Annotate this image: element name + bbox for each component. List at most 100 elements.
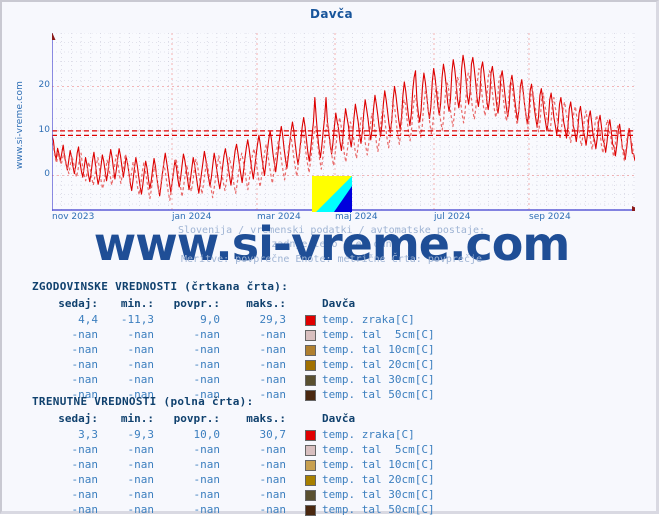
caption-line-3: Meritve: povprečne Enote: metrične Črta:… [180, 254, 483, 265]
measurement-label: temp. tal 50cm[C] [322, 388, 435, 401]
cell-3: -nan [259, 343, 287, 356]
cell-0: 4,4 [78, 313, 98, 326]
cell-3: -nan [259, 328, 287, 341]
table-section-title: ZGODOVINSKE VREDNOSTI (črtkana črta): [32, 280, 289, 293]
cell-2: -nan [193, 358, 221, 371]
table-row: -nan -nan -nan -nan temp. tal 5cm[C] [2, 443, 659, 458]
caption-line-2: zadnje leto / en dan [271, 239, 392, 250]
table-row: -nan -nan -nan -nan temp. tal 10cm[C] [2, 458, 659, 473]
table-row: -nan -nan -nan -nan temp. tal 30cm[C] [2, 488, 659, 503]
measurement-label: temp. zraka[C] [322, 428, 415, 441]
cell-1: -nan [127, 458, 155, 471]
cell-1: -nan [127, 358, 155, 371]
table-header-row: sedaj: min.: povpr.: maks.: Davča [2, 297, 659, 312]
legend-swatch-icon [305, 375, 316, 386]
column-header-0: sedaj: [58, 412, 98, 425]
cell-1: -nan [127, 328, 155, 341]
table-row: 4,4 -11,3 9,0 29,3 temp. zraka[C] [2, 313, 659, 328]
table-header-row: sedaj: min.: povpr.: maks.: Davča [2, 412, 659, 427]
legend-swatch-icon [305, 445, 316, 456]
cell-0: -nan [71, 503, 99, 516]
column-header-2: povpr.: [173, 297, 220, 310]
cell-3: 30,7 [259, 428, 287, 441]
legend-swatch-icon [305, 390, 316, 401]
cell-3: -nan [259, 443, 287, 456]
table-row: -nan -nan -nan -nan temp. tal 20cm[C] [2, 358, 659, 373]
legend-swatch-icon [305, 345, 316, 356]
cell-1: -11,3 [120, 313, 154, 326]
cell-0: -nan [71, 473, 99, 486]
table-section-title: TRENUTNE VREDNOSTI (polna črta): [32, 395, 254, 408]
cell-0: -nan [71, 328, 99, 341]
cell-1: -nan [127, 443, 155, 456]
cell-0: -nan [71, 443, 99, 456]
table-row: -nan -nan -nan -nan temp. tal 20cm[C] [2, 473, 659, 488]
cell-3: 29,3 [259, 313, 287, 326]
measurement-label: temp. tal 5cm[C] [322, 328, 435, 341]
table-row: -nan -nan -nan -nan temp. tal 50cm[C] [2, 503, 659, 518]
y-axis-labels: 20 10 0 [10, 33, 50, 211]
measurement-label: temp. tal 50cm[C] [322, 503, 435, 516]
x-tick-4: jul 2024 [434, 212, 471, 222]
cell-2: -nan [193, 343, 221, 356]
cell-2: 9,0 [200, 313, 220, 326]
legend-swatch-icon [305, 330, 316, 341]
chart-window: Davča www.si-vreme.com 20 10 0 nov 2023 j… [0, 0, 659, 516]
measurement-label: temp. zraka[C] [322, 313, 415, 326]
x-tick-3: maj 2024 [335, 212, 378, 222]
cell-2: -nan [193, 443, 221, 456]
table-row: -nan -nan -nan -nan temp. tal 5cm[C] [2, 328, 659, 343]
legend-swatch-icon [305, 360, 316, 371]
measurement-label: temp. tal 10cm[C] [322, 343, 435, 356]
measurement-label: temp. tal 20cm[C] [322, 358, 435, 371]
x-tick-0: nov 2023 [52, 212, 95, 222]
site-logo-icon [312, 176, 352, 212]
table-row: 3,3 -9,3 10,0 30,7 temp. zraka[C] [2, 428, 659, 443]
column-header-1: min.: [120, 412, 154, 425]
cell-2: 10,0 [193, 428, 221, 441]
y-tick-0: 0 [44, 169, 50, 180]
cell-1: -nan [127, 373, 155, 386]
cell-0: 3,3 [78, 428, 98, 441]
cell-3: -nan [259, 458, 287, 471]
measurement-label: temp. tal 20cm[C] [322, 473, 435, 486]
cell-0: -nan [71, 488, 99, 501]
y-tick-20: 20 [38, 80, 50, 91]
cell-2: -nan [193, 328, 221, 341]
cell-0: -nan [71, 373, 99, 386]
measurement-label: temp. tal 30cm[C] [322, 488, 435, 501]
chart-caption: Slovenija / vremenski podatki / avtomats… [2, 224, 659, 252]
cell-3: -nan [259, 473, 287, 486]
cell-1: -9,3 [127, 428, 155, 441]
column-header-2: povpr.: [173, 412, 220, 425]
cell-1: -nan [127, 343, 155, 356]
cell-3: -nan [259, 358, 287, 371]
legend-swatch-icon [305, 430, 316, 441]
cell-0: -nan [71, 358, 99, 371]
legend-swatch-icon [305, 315, 316, 326]
measurement-label: temp. tal 10cm[C] [322, 458, 435, 471]
measurement-label: temp. tal 5cm[C] [322, 443, 435, 456]
page-title: Davča [309, 7, 354, 21]
column-header-3: maks.: [246, 412, 286, 425]
table-row: -nan -nan -nan -nan temp. tal 30cm[C] [2, 373, 659, 388]
column-header-3: maks.: [246, 297, 286, 310]
y-tick-10: 10 [38, 124, 50, 135]
column-header-1: min.: [120, 297, 154, 310]
cell-2: -nan [193, 473, 221, 486]
cell-2: -nan [193, 488, 221, 501]
table-row: -nan -nan -nan -nan temp. tal 10cm[C] [2, 343, 659, 358]
legend-swatch-icon [305, 490, 316, 501]
caption-line-1: Slovenija / vremenski podatki / avtomats… [177, 225, 486, 236]
cell-2: -nan [193, 503, 221, 516]
x-tick-1: jan 2024 [172, 212, 212, 222]
cell-1: -nan [127, 488, 155, 501]
cell-2: -nan [193, 458, 221, 471]
x-tick-5: sep 2024 [529, 212, 571, 222]
legend-swatch-icon [305, 460, 316, 471]
measurement-label: temp. tal 30cm[C] [322, 373, 435, 386]
cell-1: -nan [127, 503, 155, 516]
cell-3: -nan [259, 488, 287, 501]
column-header-station: Davča [322, 297, 356, 310]
cell-1: -nan [127, 473, 155, 486]
